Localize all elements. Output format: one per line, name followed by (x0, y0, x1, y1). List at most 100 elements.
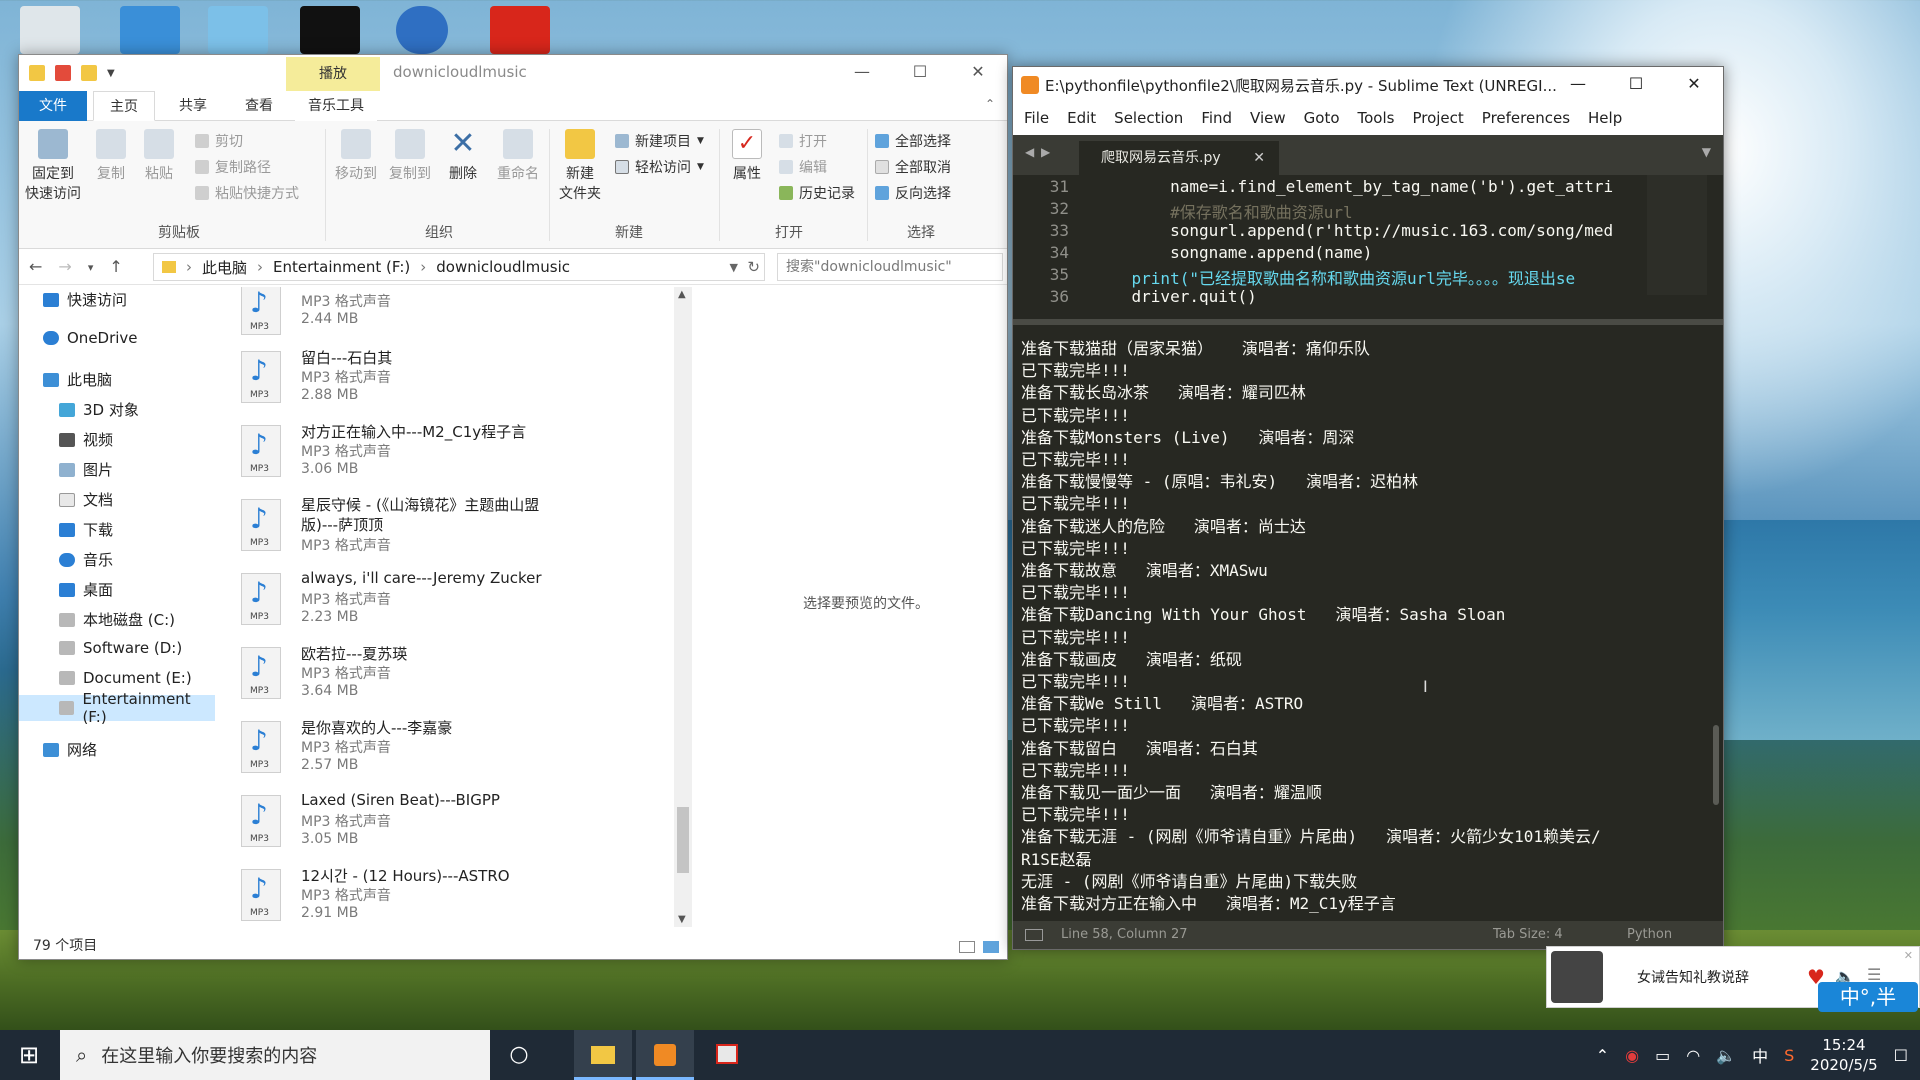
list-item[interactable]: 12시간 - (12 Hours)---ASTRO MP3 格式声音 2.91 … (241, 865, 681, 927)
syntax-mode[interactable]: Python (1627, 927, 1672, 942)
cut-button[interactable]: 剪切 (195, 131, 243, 151)
new-folder-button[interactable]: 新建 文件夹 (555, 129, 605, 203)
tab-home[interactable]: 主页 (93, 91, 155, 121)
new-item-button[interactable]: 新建项目 ▼ (615, 131, 704, 151)
delete-button[interactable]: ✕ 删除 (443, 129, 483, 183)
nav-videos[interactable]: 视频 (59, 429, 113, 450)
new-folder-icon[interactable] (81, 65, 97, 81)
tab-file[interactable]: 文件 (19, 91, 87, 121)
easy-access-button[interactable]: 轻松访问 ▼ (615, 157, 704, 177)
ime-status-bar[interactable]: 中°,半 (1818, 982, 1918, 1012)
breadcrumb-drive[interactable]: Entertainment (F:) (273, 258, 410, 276)
move-to-button[interactable]: 移动到 (331, 129, 381, 183)
clock[interactable]: 15:24 2020/5/5 (1810, 1035, 1877, 1075)
recent-locations-icon[interactable]: ▾ (88, 257, 94, 276)
nav-pictures[interactable]: 图片 (59, 459, 113, 480)
terminal-icon[interactable] (300, 6, 360, 54)
tab-share[interactable]: 共享 (165, 91, 221, 121)
menu-project[interactable]: Project (1403, 103, 1472, 135)
console-scrollbar[interactable] (1713, 725, 1719, 805)
network-app-icon[interactable] (396, 6, 448, 54)
file-list-scrollbar[interactable]: ▲ ▼ (674, 287, 692, 927)
context-tab-play[interactable]: 播放 (286, 57, 380, 91)
scroll-down-arrow-icon[interactable]: ▼ (678, 914, 686, 925)
list-item[interactable]: Laxed (Siren Beat)---BIGPP MP3 格式声音 3.05… (241, 791, 681, 863)
nav-onedrive[interactable]: OneDrive (43, 329, 138, 347)
nav-this-pc[interactable]: 此电脑 (43, 369, 112, 390)
editor-tab[interactable]: 爬取网易云音乐.py ✕ (1079, 141, 1279, 175)
tab-next-arrow-icon[interactable]: ▶ (1041, 145, 1050, 159)
breadcrumb-this-pc[interactable]: 此电脑 (202, 257, 247, 278)
up-arrow-icon[interactable]: ↑ (109, 257, 122, 276)
cortana-icon[interactable]: ○ (490, 1030, 548, 1080)
netease-music-tray-icon[interactable]: ◉ (1625, 1046, 1639, 1065)
list-item[interactable]: 是你喜欢的人---李嘉豪 MP3 格式声音 2.57 MB (241, 717, 681, 789)
maximize-button[interactable]: ☐ (891, 55, 949, 89)
open-button[interactable]: 打开 (779, 131, 827, 151)
battery-icon[interactable]: ▭ (1655, 1046, 1670, 1065)
nav-network[interactable]: 网络 (43, 739, 97, 760)
list-item[interactable]: 留白---石白其 MP3 格式声音 2.88 MB (241, 347, 681, 419)
control-panel-icon[interactable] (208, 6, 268, 54)
scroll-up-arrow-icon[interactable]: ▲ (678, 289, 686, 300)
customize-toolbar-icon[interactable]: ▼ (107, 68, 115, 79)
list-item[interactable]: 星辰守候 - (《山海镜花》主题曲山盟版)---萨顶顶 MP3 格式声音 (241, 495, 681, 567)
nav-downloads[interactable]: 下载 (59, 519, 113, 540)
sogou-input-icon[interactable]: S (1784, 1046, 1794, 1065)
chevron-up-icon[interactable]: ⌃ (1596, 1046, 1609, 1065)
panel-toggle-icon[interactable] (1025, 929, 1043, 941)
volume-icon[interactable]: 🔈 (1716, 1046, 1736, 1065)
computer-icon[interactable] (120, 6, 180, 54)
refresh-icon[interactable]: ↻ (747, 258, 760, 276)
select-none-button[interactable]: 全部取消 (875, 157, 951, 177)
minimize-button[interactable]: — (833, 55, 891, 89)
notification-center-icon[interactable]: ☐ (1894, 1046, 1908, 1065)
sublime-taskbar-icon[interactable] (636, 1030, 694, 1080)
tab-view[interactable]: 查看 (231, 91, 287, 121)
menu-goto[interactable]: Goto (1295, 103, 1349, 135)
address-bar[interactable]: › 此电脑 › Entertainment (F:) › downicloudl… (153, 253, 765, 281)
paste-shortcut-button[interactable]: 粘贴快捷方式 (195, 183, 299, 203)
menu-preferences[interactable]: Preferences (1473, 103, 1579, 135)
copy-button[interactable]: 复制 (91, 129, 131, 183)
menu-edit[interactable]: Edit (1058, 103, 1105, 135)
close-button[interactable]: ✕ (949, 55, 1007, 89)
tab-prev-arrow-icon[interactable]: ◀ (1025, 145, 1034, 159)
nav-desktop[interactable]: 桌面 (59, 579, 113, 600)
properties-button[interactable]: ✓ 属性 (725, 129, 769, 183)
minimize-button[interactable]: — (1549, 67, 1607, 101)
image-viewer-taskbar-icon[interactable] (698, 1030, 756, 1080)
close-tab-icon[interactable]: ✕ (1253, 141, 1265, 175)
windows-start-icon[interactable]: ⊞ (0, 1030, 58, 1080)
menu-view[interactable]: View (1241, 103, 1295, 135)
minimap[interactable] (1647, 175, 1707, 295)
list-item[interactable]: always, i'll care---Jeremy Zucker MP3 格式… (241, 569, 681, 641)
build-output-panel[interactable]: 准备下载猫甜（居家呆猫） 演唱者：痛仰乐队 已下载完毕!!! 准备下载长岛冰茶 演唱… (1013, 319, 1723, 919)
list-item[interactable]: 对方正在输入中---M2_C1y程子言 MP3 格式声音 3.06 MB (241, 421, 681, 493)
nav-3d-objects[interactable]: 3D 对象 (59, 399, 139, 420)
breadcrumb-folder[interactable]: downicloudlmusic (436, 258, 570, 276)
tab-list-dropdown-icon[interactable]: ▼ (1702, 145, 1711, 159)
edit-button[interactable]: 编辑 (779, 157, 827, 177)
rename-button[interactable]: 重命名 (493, 129, 543, 183)
menu-help[interactable]: Help (1579, 103, 1631, 135)
copy-path-button[interactable]: 复制路径 (195, 157, 271, 177)
collapse-ribbon-icon[interactable]: ⌃ (985, 97, 995, 111)
nav-drive-d[interactable]: Software (D:) (59, 639, 182, 657)
close-button[interactable]: ✕ (1665, 67, 1723, 101)
menu-tools[interactable]: Tools (1349, 103, 1404, 135)
history-button[interactable]: 历史记录 (779, 183, 855, 203)
forward-arrow-icon[interactable]: → (58, 257, 71, 276)
invert-selection-button[interactable]: 反向选择 (875, 183, 951, 203)
select-all-button[interactable]: 全部选择 (875, 131, 951, 151)
nav-drive-e[interactable]: Document (E:) (59, 669, 192, 687)
file-explorer-taskbar-icon[interactable] (574, 1030, 632, 1080)
address-dropdown-icon[interactable]: ▼ (730, 261, 738, 274)
copy-to-button[interactable]: 复制到 (385, 129, 435, 183)
tab-music-tools[interactable]: 音乐工具 (295, 91, 377, 121)
nav-quick-access[interactable]: 快速访问 (43, 289, 127, 310)
nav-music[interactable]: 音乐 (59, 549, 113, 570)
folder-icon[interactable] (29, 65, 45, 81)
pin-quick-access-button[interactable]: 固定到 快速访问 (25, 129, 81, 203)
close-icon[interactable]: ✕ (1904, 949, 1913, 962)
